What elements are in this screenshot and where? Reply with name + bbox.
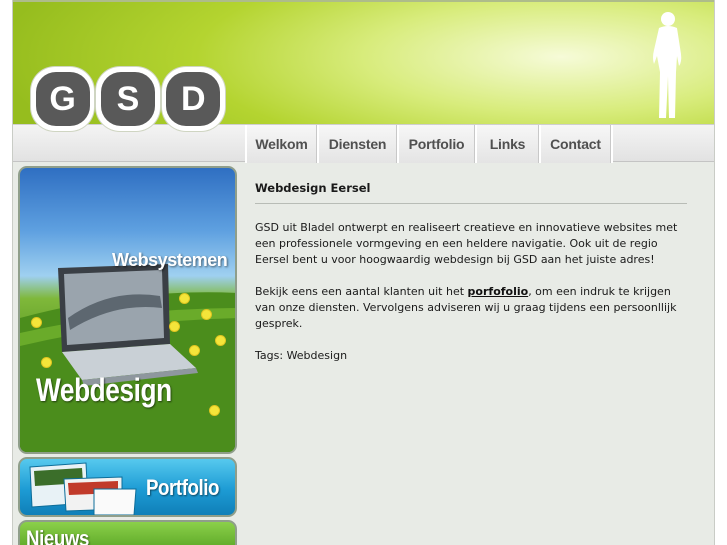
logo-block-d: D bbox=[161, 67, 225, 131]
portfolio-thumbnails-image bbox=[29, 462, 137, 515]
portfolio-banner[interactable]: Portfolio bbox=[18, 457, 237, 517]
nav-tab-diensten[interactable]: Diensten bbox=[317, 125, 397, 163]
logo-letter: D bbox=[166, 72, 221, 126]
page-frame: G S D Welkom Diensten Portfolio Links Co… bbox=[12, 0, 715, 545]
sidebar: Websystemen Webdesign Portfolio Nieuws bbox=[18, 166, 237, 545]
tags-line: Tags: Webdesign bbox=[255, 348, 687, 364]
logo-block-g: G bbox=[31, 67, 95, 131]
logo-block-s: S bbox=[96, 67, 160, 131]
flower bbox=[170, 322, 179, 331]
flower bbox=[180, 294, 189, 303]
portfolio-label: Portfolio bbox=[146, 475, 220, 500]
nieuws-label: Nieuws bbox=[26, 526, 89, 545]
portfolio-link[interactable]: porfofolio bbox=[468, 285, 529, 298]
site-header: G S D bbox=[13, 0, 714, 131]
nav-tab-contact[interactable]: Contact bbox=[539, 125, 611, 163]
main-content: Webdesign Eersel GSD uit Bladel ontwerpt… bbox=[255, 180, 687, 364]
tags-label: Tags: bbox=[255, 349, 284, 362]
logo-letter: G bbox=[35, 72, 90, 126]
nav-tab-links[interactable]: Links bbox=[475, 125, 539, 163]
logo-letter: S bbox=[100, 72, 155, 126]
paragraph-text: Bekijk eens een aantal klanten uit het bbox=[255, 285, 468, 298]
webdesign-banner[interactable]: Websystemen Webdesign bbox=[18, 166, 237, 454]
websystemen-label: Websystemen bbox=[112, 250, 228, 270]
page-title: Webdesign Eersel bbox=[255, 180, 687, 204]
person-silhouette-icon bbox=[653, 12, 682, 118]
flower bbox=[42, 358, 51, 367]
nieuws-banner[interactable]: Nieuws bbox=[18, 520, 237, 545]
tag-webdesign: Webdesign bbox=[286, 349, 348, 362]
nav-tab-welkom[interactable]: Welkom bbox=[245, 125, 317, 163]
flower bbox=[32, 318, 41, 327]
portfolio-paragraph: Bekijk eens een aantal klanten uit het p… bbox=[255, 284, 687, 332]
flower bbox=[190, 346, 199, 355]
intro-paragraph: GSD uit Bladel ontwerpt en realiseert cr… bbox=[255, 221, 678, 266]
flower bbox=[202, 310, 211, 319]
nav-divider bbox=[611, 125, 619, 163]
webdesign-label: Webdesign bbox=[36, 372, 172, 408]
gsd-logo[interactable]: G S D bbox=[31, 66, 225, 132]
flower bbox=[210, 406, 219, 415]
nav-tab-portfolio[interactable]: Portfolio bbox=[397, 125, 475, 163]
flower bbox=[216, 336, 225, 345]
